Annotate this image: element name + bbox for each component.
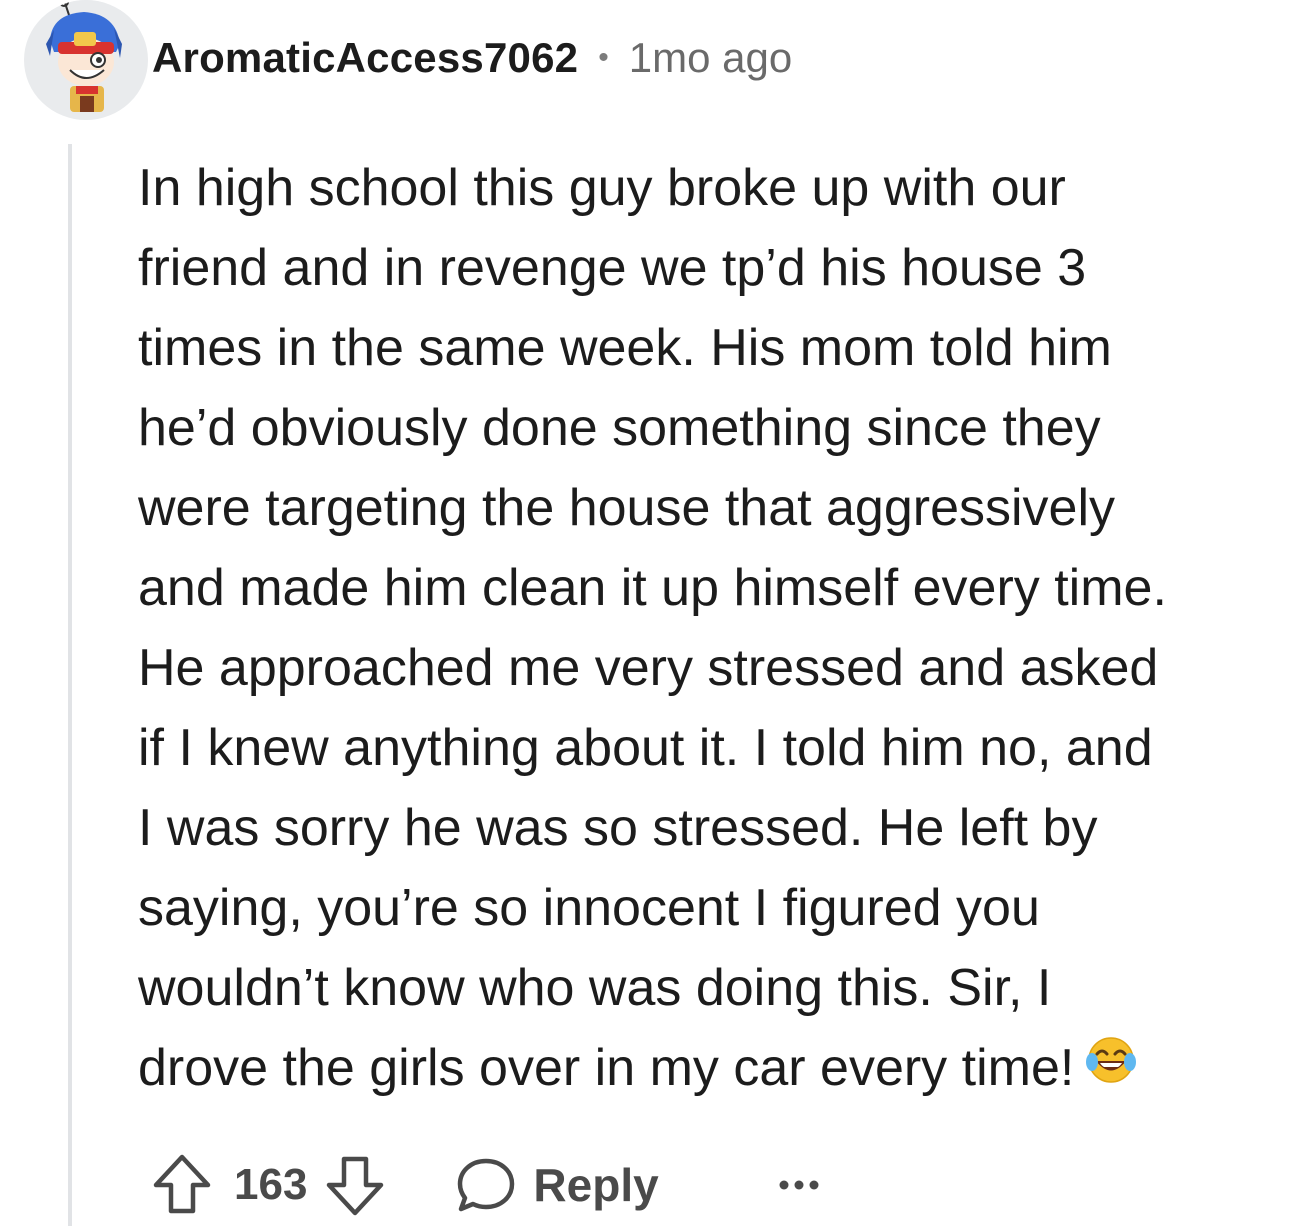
comment-text-line: saying, you’re so innocent I figured you (138, 879, 1040, 937)
ellipsis-icon (777, 1178, 821, 1192)
comment-text-line: friend and in revenge we tp’d his house … (138, 239, 1087, 297)
speech-bubble-icon (455, 1155, 517, 1215)
user-avatar[interactable] (24, 0, 148, 120)
comment-last-line: drove the girls over in my car every tim… (138, 1028, 1298, 1108)
comment: AromaticAccess7062 • 1mo ago In high sch… (0, 0, 1308, 1226)
comment-text-line: he’d obviously done something since they (138, 399, 1101, 457)
comment-text-line: In high school this guy broke up with ou… (138, 159, 1066, 217)
arrow-down-icon[interactable] (325, 1153, 385, 1217)
laughing-tears-emoji-icon (1084, 1027, 1138, 1107)
comment-text-line: I was sorry he was so stressed. He left … (138, 799, 1098, 857)
comment-text-line: wouldn’t know who was doing this. Sir, I (138, 959, 1052, 1017)
comment-header: AromaticAccess7062 • 1mo ago (152, 30, 792, 86)
comment-text-line: times in the same week. His mom told him (138, 319, 1112, 377)
comment-text-line: if I knew anything about it. I told him … (138, 719, 1153, 777)
reply-button[interactable]: Reply (455, 1155, 659, 1215)
comment-text-line: drove the girls over in my car every tim… (138, 1039, 1075, 1097)
vote-count: 163 (234, 1160, 308, 1209)
avatar-illustration (26, 0, 146, 120)
comment-text-line: and made him clean it up himself every t… (138, 559, 1167, 617)
reply-label: Reply (533, 1159, 659, 1211)
comment-text-line: He approached me very stressed and asked (138, 639, 1159, 697)
timestamp[interactable]: 1mo ago (629, 34, 792, 82)
arrow-up-icon[interactable] (152, 1153, 212, 1217)
more-options-button[interactable] (777, 1178, 821, 1192)
comment-actions: 163 Reply (152, 1150, 821, 1220)
comment-text-line: were targeting the house that aggressive… (138, 479, 1116, 537)
thread-line[interactable] (68, 144, 72, 1226)
username[interactable]: AromaticAccess7062 (152, 34, 578, 82)
comment-body: In high school this guy broke up with ou… (138, 148, 1298, 1108)
separator-dot: • (598, 41, 609, 74)
